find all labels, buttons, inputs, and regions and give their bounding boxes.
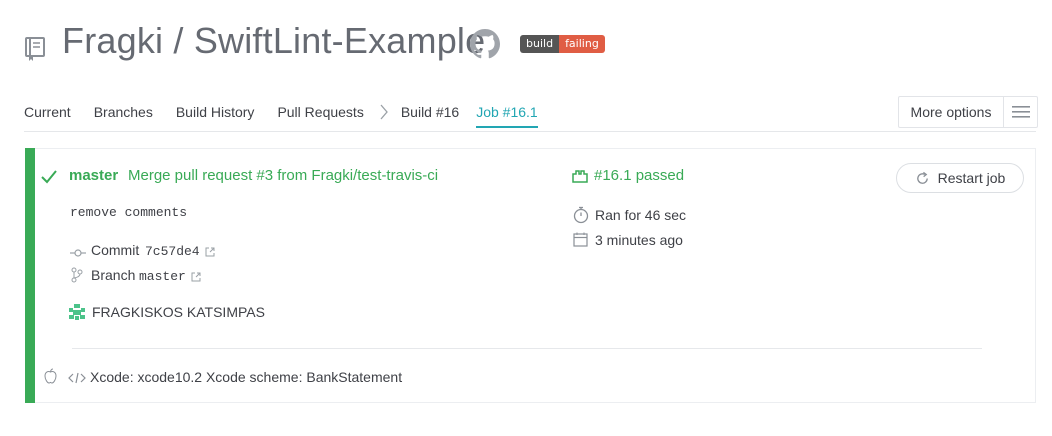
job-duration: Ran for 46 sec (595, 207, 687, 223)
check-icon (41, 170, 57, 189)
commit-icon (70, 245, 86, 263)
hamburger-menu-icon[interactable] (1003, 97, 1037, 127)
status-bar (25, 148, 35, 403)
restart-icon (915, 171, 930, 186)
build-status-badge[interactable]: build failing (520, 35, 605, 53)
page-title: Fragki / SwiftLint-Example (62, 20, 486, 61)
tab-divider (24, 131, 1036, 132)
external-link-icon[interactable] (205, 244, 215, 262)
tab-pull-requests[interactable]: Pull Requests (277, 104, 363, 120)
calendar-icon (573, 232, 588, 252)
tab-branches[interactable]: Branches (94, 104, 153, 120)
badge-status: failing (559, 35, 605, 53)
more-options-menu: More options (898, 96, 1038, 128)
restart-job-button[interactable]: Restart job (896, 163, 1024, 193)
branch-icon (71, 267, 83, 288)
commit-message: remove comments (70, 205, 188, 220)
repo-icon (24, 36, 48, 67)
code-icon (68, 371, 86, 389)
chevron-right-icon (379, 104, 389, 123)
tab-build-history[interactable]: Build History (176, 104, 255, 120)
more-options-button[interactable]: More options (899, 97, 1003, 127)
tab-bar: Current Branches Build History Pull Requ… (24, 104, 561, 132)
author-name: FRAGKISKOS KATSIMPAS (92, 304, 265, 320)
badge-label: build (520, 35, 560, 53)
stopwatch-icon (573, 206, 589, 229)
avatar (68, 303, 86, 326)
card-divider (72, 348, 982, 349)
external-link-icon[interactable] (191, 269, 201, 287)
branch-name-link[interactable]: master (139, 269, 186, 284)
apple-icon (44, 368, 57, 389)
job-status-link[interactable]: #16.1 passed (594, 167, 684, 184)
branch-link[interactable]: master (69, 167, 118, 184)
tab-current[interactable]: Current (24, 104, 71, 120)
commit-label: Commit (91, 242, 140, 258)
build-status-icon (572, 169, 588, 188)
tab-job[interactable]: Job #16.1 (476, 104, 538, 128)
commit-title-link[interactable]: Merge pull request #3 from Fragki/test-t… (128, 167, 438, 184)
branch-label: Branch (91, 267, 136, 283)
github-icon[interactable] (470, 29, 500, 64)
job-config: Xcode: xcode10.2 Xcode scheme: BankState… (90, 369, 403, 385)
restart-job-label: Restart job (937, 170, 1006, 186)
commit-sha-link[interactable]: 7c57de4 (145, 244, 200, 259)
job-finished-time: 3 minutes ago (595, 232, 683, 248)
tab-build[interactable]: Build #16 (401, 104, 459, 120)
